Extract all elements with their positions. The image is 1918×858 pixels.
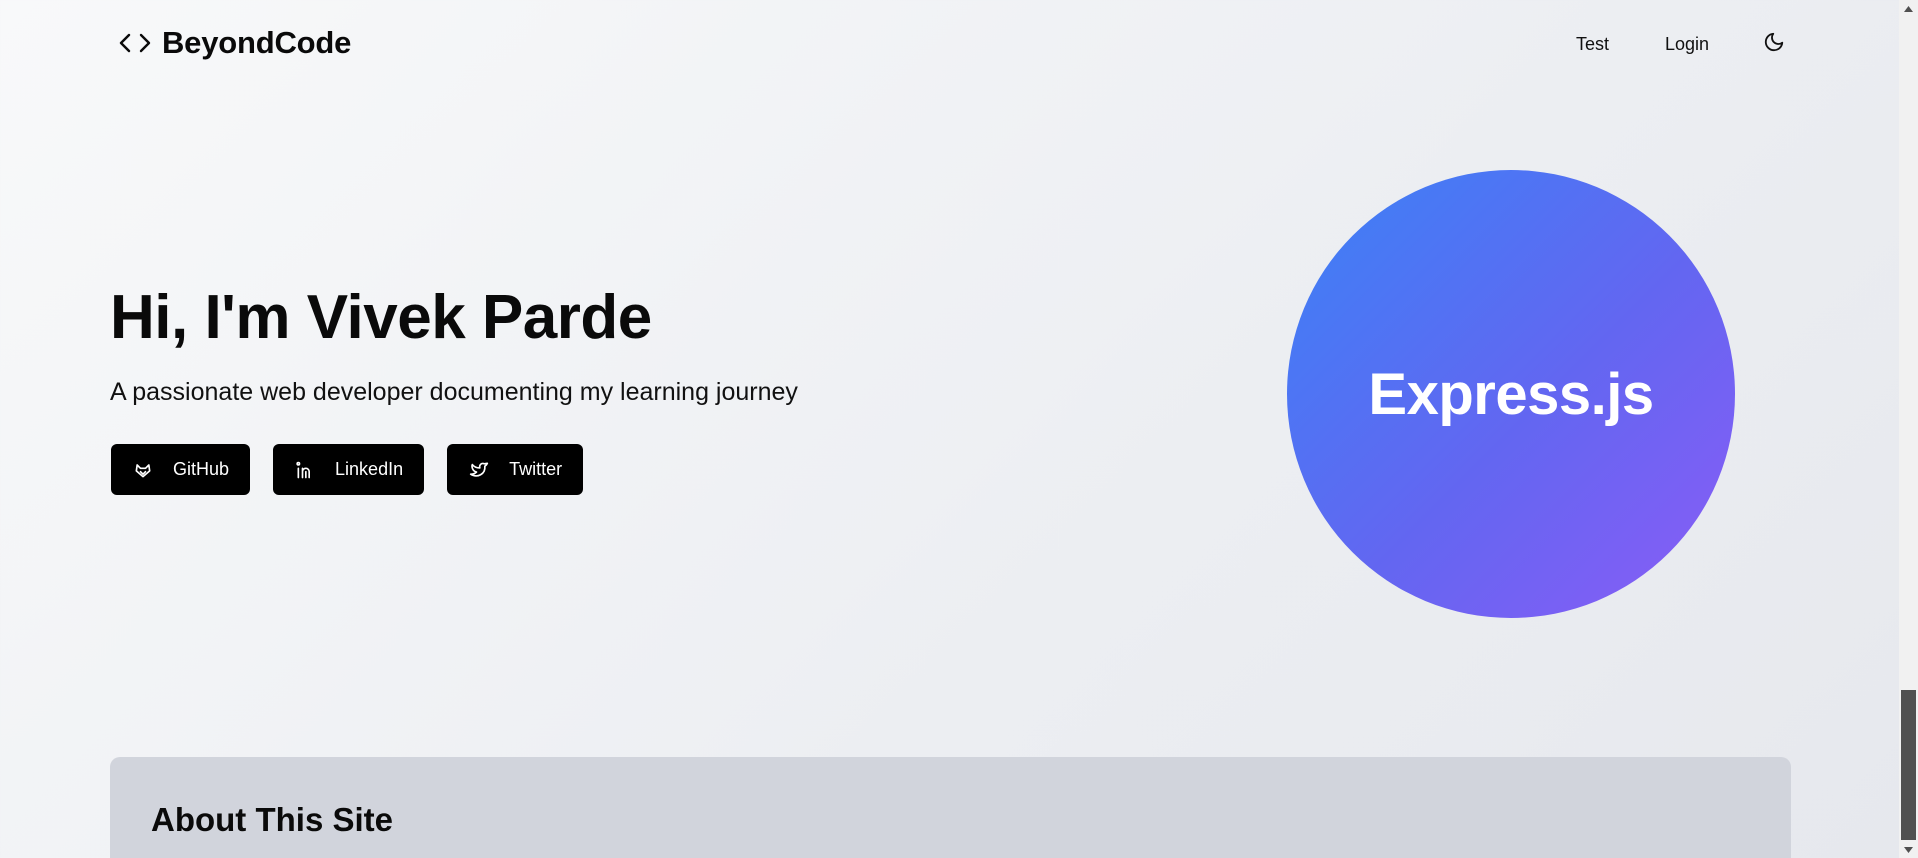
main-nav: Test Login	[1533, 30, 1790, 59]
tech-highlight-circle: Express.js	[1287, 170, 1735, 618]
about-section: About This Site	[110, 757, 1791, 858]
hero-title: Hi, I'm Vivek Parde	[110, 283, 652, 352]
twitter-label: Twitter	[509, 459, 563, 479]
brand-name: BeyondCode	[162, 25, 352, 60]
about-title: About This Site	[151, 801, 393, 838]
github-icon	[133, 460, 153, 480]
theme-toggle-button[interactable]	[1758, 31, 1790, 59]
vertical-scrollbar[interactable]	[1899, 0, 1918, 858]
site-header: BeyondCode Test Login	[110, 0, 1790, 90]
github-button[interactable]: GitHub	[111, 444, 251, 495]
tech-circle-label: Express.js	[1368, 361, 1654, 427]
twitter-button[interactable]: Twitter	[447, 444, 584, 495]
github-label: GitHub	[173, 459, 230, 479]
code-brackets-icon	[118, 31, 152, 55]
page: BeyondCode Test Login Hi, I'm Vivek Pard…	[0, 0, 1899, 858]
linkedin-label: LinkedIn	[335, 459, 404, 479]
moon-icon	[1763, 31, 1785, 58]
social-links: GitHub LinkedIn Twitter	[111, 444, 606, 495]
nav-link-login[interactable]: Login	[1652, 30, 1722, 59]
linkedin-button[interactable]: LinkedIn	[273, 444, 425, 495]
scrollbar-thumb[interactable]	[1901, 690, 1916, 840]
scroll-up-arrow-icon[interactable]	[1899, 0, 1918, 17]
linkedin-icon	[295, 460, 315, 480]
brand-logo-link[interactable]: BeyondCode	[118, 25, 351, 61]
twitter-icon	[469, 460, 489, 480]
hero-subtitle: A passionate web developer documenting m…	[110, 378, 798, 406]
nav-link-test[interactable]: Test	[1563, 30, 1622, 59]
scroll-down-arrow-icon[interactable]	[1899, 841, 1918, 858]
